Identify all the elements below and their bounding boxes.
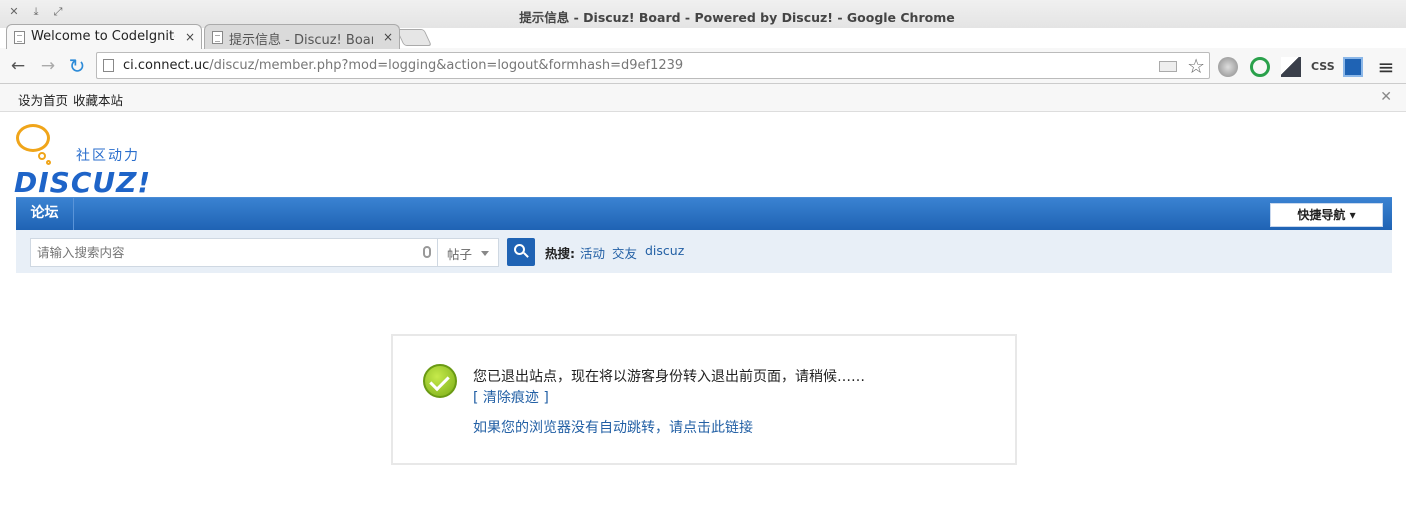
new-tab-button[interactable] (396, 29, 432, 46)
tab-discuz[interactable]: 提示信息 - Discuz! Board × (204, 24, 400, 49)
nav-item-forum[interactable]: 论坛 (16, 198, 74, 231)
address-bar[interactable]: ci.connect.uc/discuz/member.php?mod=logg… (96, 52, 1210, 79)
css-icon[interactable]: CSS (1311, 57, 1335, 77)
clear-traces-link[interactable]: [ 清除痕迹 ] (473, 387, 549, 407)
tab-label: Welcome to CodeIgniter (31, 29, 175, 44)
globe-icon[interactable] (1218, 57, 1238, 77)
main-nav: 论坛 快捷导航 ▾ (16, 197, 1392, 231)
browser-window: ✕ ⤓ ⤢ 提示信息 - Discuz! Board - Powered by … (0, 0, 1406, 515)
tab-close-icon[interactable]: × (185, 30, 195, 44)
search-type-select[interactable]: 帖子 (438, 238, 499, 267)
page-icon (14, 31, 25, 44)
search-button[interactable] (507, 238, 535, 266)
hot-search-label: 热搜: (545, 246, 575, 261)
chevron-down-icon (481, 251, 489, 256)
logo-wordmark: DISCUZ! (14, 166, 152, 199)
back-button[interactable]: ← (8, 56, 28, 76)
reload-button[interactable]: ↻ (67, 56, 87, 76)
browser-toolbar: ← → ↻ ci.connect.uc/discuz/member.php?mo… (0, 48, 1406, 84)
microphone-icon[interactable] (423, 246, 431, 258)
discuz-logo[interactable]: 社区动力 DISCUZ! (14, 122, 154, 199)
forward-button[interactable]: → (38, 56, 58, 76)
tab-codeigniter[interactable]: Welcome to CodeIgniter × (6, 24, 202, 49)
search-box (30, 238, 438, 267)
url-host: ci.connect.uc (123, 58, 210, 73)
logout-message: 您已退出站点，现在将以游客身份转入退出前页面，请稍候…… (473, 369, 865, 385)
page-content: 社区动力 DISCUZ! 论坛 快捷导航 ▾ 帖子 热搜: 活动 交友 disc… (0, 112, 1406, 515)
anti-virus-icon[interactable] (1250, 57, 1270, 77)
tab-label: 提示信息 - Discuz! Board (229, 33, 373, 48)
search-type-label: 帖子 (447, 247, 473, 262)
success-check-icon (423, 364, 457, 398)
speech-bubble-icon (16, 124, 50, 152)
menu-icon[interactable]: ≡ (1376, 57, 1396, 77)
bookmark-set-homepage[interactable]: 设为首页 (18, 90, 68, 109)
url-path: /discuz/member.php?mod=logging&action=lo… (209, 58, 684, 73)
search-bar: 帖子 热搜: 活动 交友 discuz (16, 230, 1392, 273)
tab-strip: Welcome to CodeIgniter × 提示信息 - Discuz! … (0, 22, 1406, 49)
redirect-link[interactable]: 如果您的浏览器没有自动跳转，请点击此链接 (473, 417, 753, 437)
bubble-tail-icon (46, 160, 51, 165)
screen-capture-icon[interactable] (1343, 57, 1363, 77)
url-text[interactable]: ci.connect.uc/discuz/member.php?mod=logg… (123, 58, 683, 73)
logo-slogan: 社区动力 (76, 148, 140, 164)
tab-close-icon[interactable]: × (383, 30, 393, 44)
hot-link-dating[interactable]: 交友 (612, 243, 637, 262)
mail-icon[interactable] (1159, 61, 1177, 72)
reader-icon[interactable] (1281, 57, 1301, 77)
hot-link-discuz[interactable]: discuz (645, 243, 684, 258)
hot-link-activity[interactable]: 活动 (580, 243, 605, 262)
quick-nav-button[interactable]: 快捷导航 ▾ (1270, 203, 1383, 227)
page-icon (212, 31, 223, 44)
star-icon[interactable]: ☆ (1187, 54, 1205, 78)
page-icon (103, 59, 114, 72)
bookmark-bar: 设为首页 收藏本站 ✕ (0, 84, 1406, 112)
bookmark-add-favorite[interactable]: 收藏本站 (73, 90, 123, 109)
search-icon-handle (523, 252, 529, 258)
bubble-tail-icon (38, 152, 46, 160)
close-icon[interactable]: ✕ (1380, 89, 1392, 105)
search-input[interactable] (31, 239, 421, 266)
notice-box: 您已退出站点，现在将以游客身份转入退出前页面，请稍候…… [ 清除痕迹 ] 如果… (391, 334, 1017, 465)
